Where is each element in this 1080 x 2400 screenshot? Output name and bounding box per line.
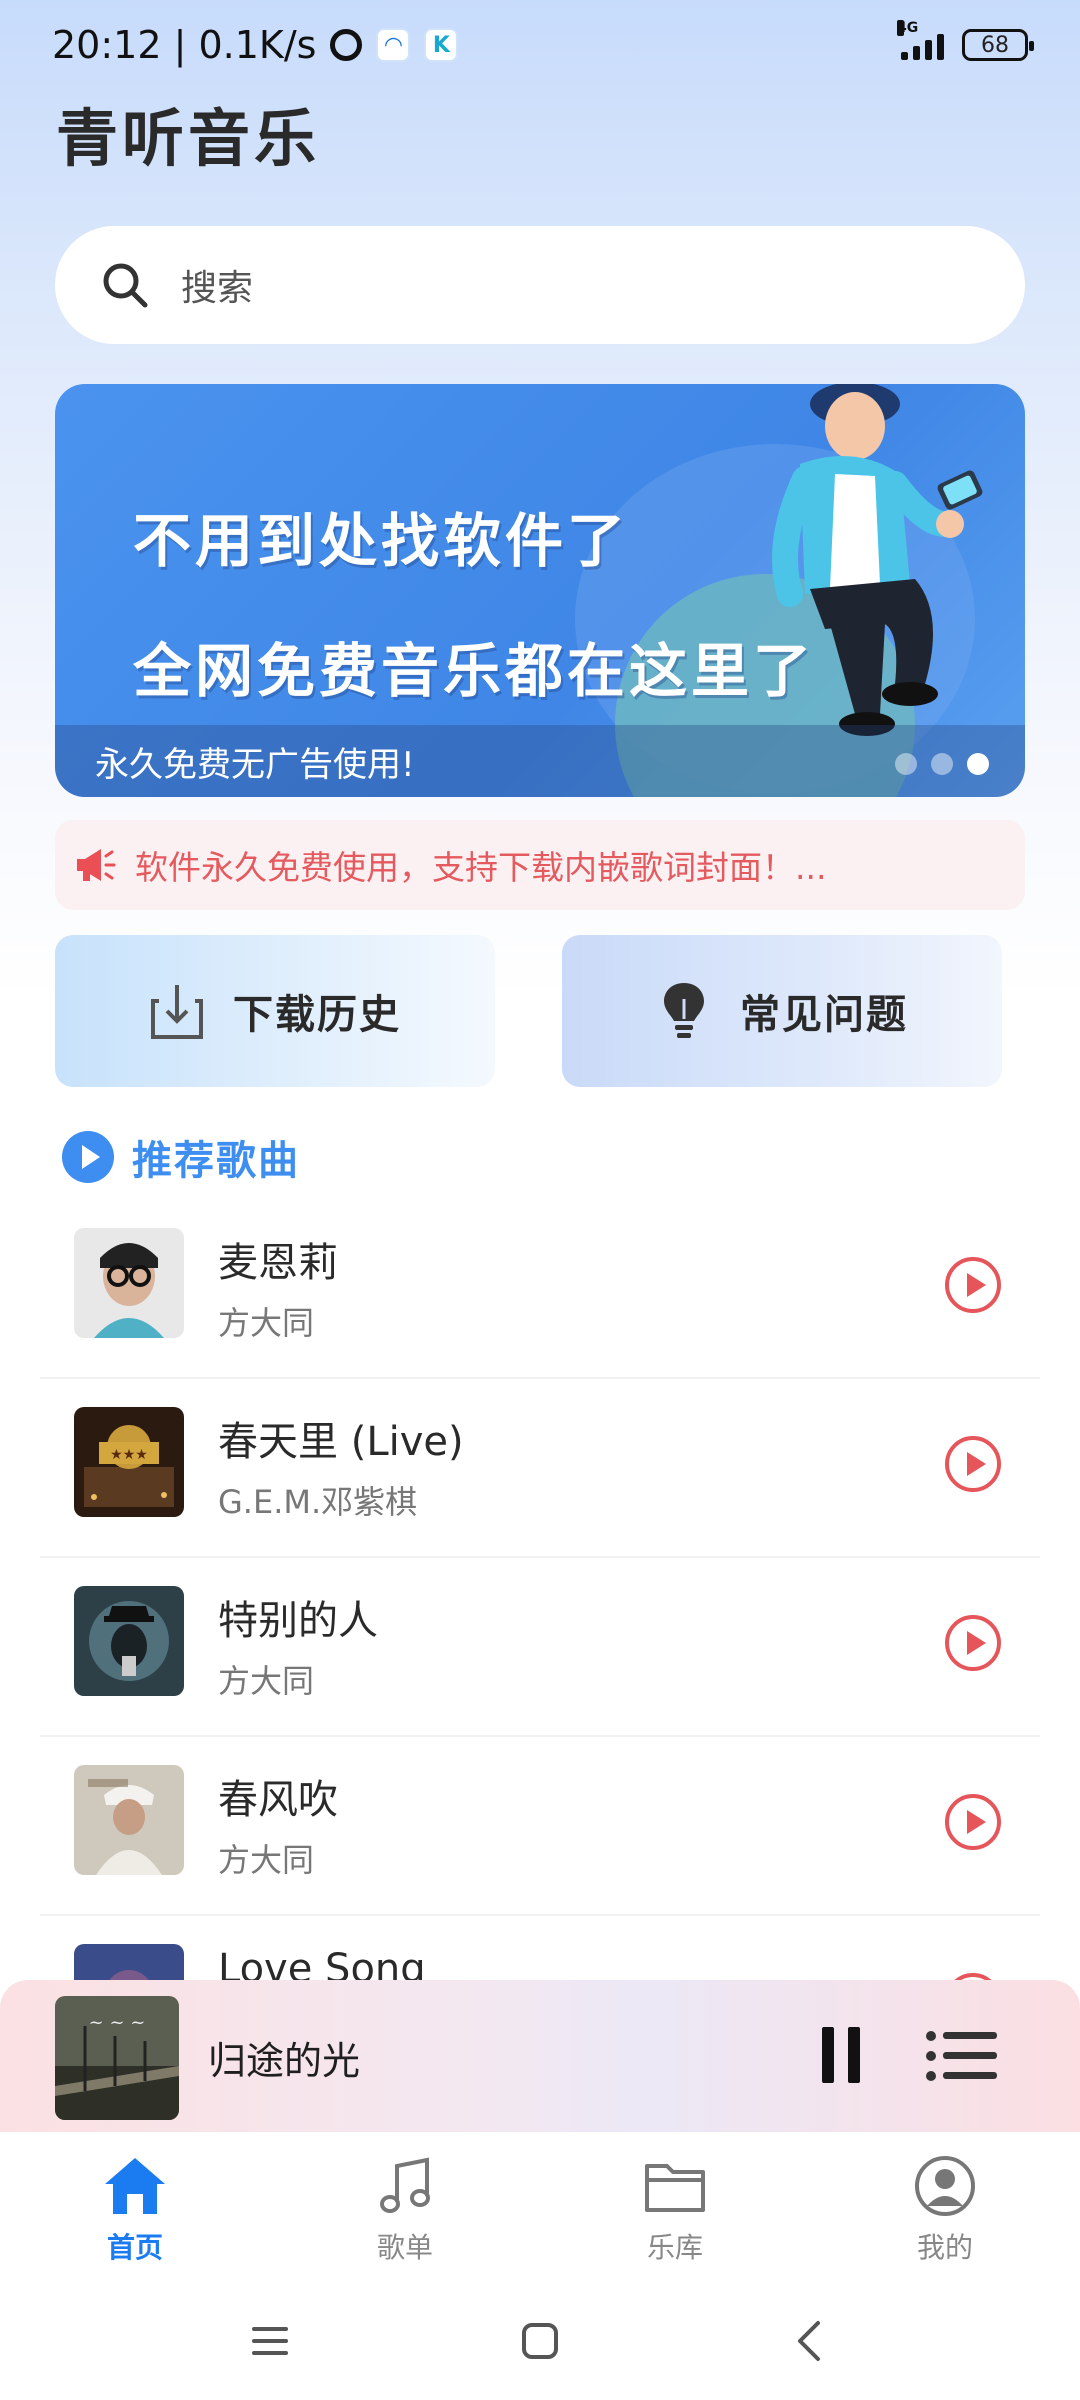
now-playing-title: 归途的光 [208,2039,361,2083]
nav-library[interactable]: 乐库 [540,2132,810,2282]
recommended-songs-header: 推荐歌曲 [60,1128,300,1186]
play-icon[interactable] [944,1614,1002,1672]
status-left: 20:12 | 0.1K/s ◠ K [52,23,459,67]
nav-playlist[interactable]: 歌单 [270,2132,540,2282]
search-placeholder: 搜索 [181,268,254,309]
section-title: 推荐歌曲 [132,1138,300,1184]
faq-label: 常见问题 [740,992,908,1038]
user-icon [915,2156,975,2216]
svg-text:~ ~ ~: ~ ~ ~ [89,2012,146,2033]
status-right: 4G 68 [897,20,1034,61]
battery-icon: 68 [962,29,1034,61]
mini-player[interactable]: ~ ~ ~ 归途的光 [0,1980,1080,2132]
notice-bar[interactable]: 软件永久免费使用，支持下载内嵌歌词封面！... [55,820,1025,910]
menu-icon [252,2327,288,2355]
song-artist: 方大同 [218,1304,315,1342]
k-app-notification-icon: K [424,28,459,62]
app-title: 青听音乐 [56,102,321,175]
bottom-navigation: 首页 歌单 乐库 我的 [0,2132,1080,2282]
faq-button[interactable]: 常见问题 [562,935,1002,1087]
banner-dot-active[interactable] [967,753,989,775]
banner-footer: 永久免费无广告使用! [55,725,1025,797]
album-cover [74,1586,184,1696]
album-cover: ★★★ [74,1407,184,1517]
song-row[interactable]: 麦恩莉 方大同 [40,1200,1040,1379]
playlist-icon[interactable] [925,2028,999,2084]
app-notification-icon: ◠ [376,28,411,62]
music-note-icon [380,2157,430,2213]
nav-library-label: 乐库 [646,2231,703,2264]
banner-headline-2: 全网免费音乐都在这里了 [133,637,816,705]
banner-pagination [895,753,989,775]
svg-text:★★★: ★★★ [110,1447,148,1463]
play-icon[interactable] [944,1256,1002,1314]
search-icon [103,263,148,308]
nav-home-label: 首页 [106,2231,163,2264]
banner-dot[interactable] [895,753,917,775]
back-button[interactable] [675,2317,945,2365]
nav-mine-label: 我的 [916,2231,973,2264]
song-title: 春天里 (Live) [218,1419,464,1465]
alarm-icon [330,29,363,61]
song-artist: 方大同 [218,1841,315,1879]
status-time: 20:12 [52,23,162,67]
song-row[interactable]: ★★★ 春天里 (Live) G.E.M.邓紫棋 [40,1379,1040,1558]
song-list: 麦恩莉 方大同 ★★★ 春天里 (Live) G.E.M.邓紫棋 特别的人 方大… [40,1200,1040,2095]
pause-icon[interactable] [820,2025,864,2085]
download-icon [151,985,203,1039]
song-artist: 方大同 [218,1662,315,1700]
album-cover [74,1765,184,1875]
lightbulb-icon [664,983,704,1038]
song-title: 特别的人 [218,1598,378,1644]
song-title: 麦恩莉 [218,1240,338,1286]
banner-caption: 永久免费无广告使用! [95,744,415,785]
banner-dot[interactable] [931,753,953,775]
promo-banner[interactable]: 不用到处找软件了 全网免费音乐都在这里了 永久免费无广告使用! [55,384,1025,797]
song-row[interactable]: 春风吹 方大同 [40,1737,1040,1916]
notice-text: 软件永久免费使用，支持下载内嵌歌词封面！... [135,848,827,887]
now-playing-cover: ~ ~ ~ [55,1996,179,2120]
square-icon [522,2323,558,2359]
download-history-label: 下载历史 [233,992,401,1038]
download-history-button[interactable]: 下载历史 [55,935,495,1087]
home-system-button[interactable] [405,2317,675,2365]
song-artist: G.E.M.邓紫棋 [218,1483,418,1521]
nav-home[interactable]: 首页 [0,2132,270,2282]
search-bar[interactable]: 搜索 [55,226,1025,344]
song-title: 春风吹 [218,1777,338,1823]
song-row[interactable]: 特别的人 方大同 [40,1558,1040,1737]
play-icon[interactable] [944,1435,1002,1493]
status-bar: 20:12 | 0.1K/s ◠ K 4G 68 [0,0,1080,90]
system-navigation-bar [0,2282,1080,2400]
album-cover [74,1228,184,1338]
megaphone-icon [77,849,116,881]
nav-mine[interactable]: 我的 [810,2132,1080,2282]
battery-level: 68 [981,32,1009,58]
network-type: 4G [897,20,919,36]
banner-headline-1: 不用到处找软件了 [133,507,630,575]
status-separator: | [161,23,199,67]
back-chevron-icon [798,2321,820,2361]
recent-apps-button[interactable] [135,2317,405,2365]
signal-icon: 4G [897,20,944,60]
home-icon [105,2158,165,2214]
play-circle-icon [62,1131,114,1183]
status-speed: 0.1K/s [198,23,317,67]
folder-icon [645,2164,705,2212]
nav-playlist-label: 歌单 [376,2231,433,2264]
play-icon[interactable] [944,1793,1002,1851]
